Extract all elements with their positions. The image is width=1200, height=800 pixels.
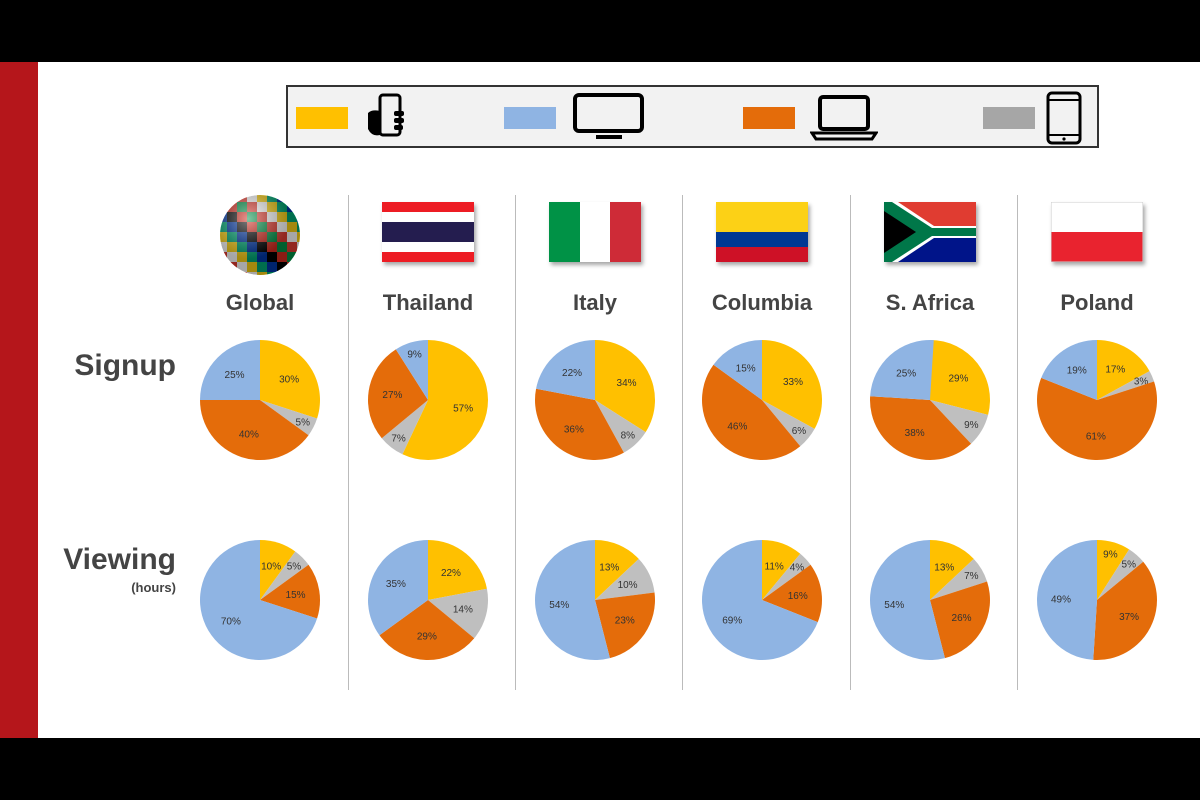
viewing-poland-label-tablet: 5% <box>1122 559 1137 570</box>
row-label-viewing-unit: (hours) <box>131 580 176 595</box>
laptop-icon <box>810 95 878 141</box>
flag-south-africa <box>884 202 976 262</box>
signup-globe-label-laptop: 40% <box>239 430 259 441</box>
legend-swatch-tablet <box>983 107 1035 129</box>
pie-viewing-poland: 9% 5% 37% 49% <box>1036 540 1157 660</box>
column-title: Poland <box>1060 290 1134 315</box>
column-title: Columbia <box>711 290 813 315</box>
viewing-globe-label-smartphone: 10% <box>261 561 281 572</box>
pie-viewing-thailand: 22% 14% 29% 35% <box>368 540 488 660</box>
signup-thailand-label-tv: 9% <box>407 349 422 360</box>
pie-signup-italy: 34% 8% 36% 22% <box>535 340 655 460</box>
viewing-thailand-label-tablet: 14% <box>453 604 473 615</box>
column-divider <box>348 195 349 690</box>
pie-viewing-italy: 13% 10% 23% 54% <box>535 540 655 660</box>
signup-italy-label-tablet: 8% <box>621 430 636 441</box>
signup-globe-label-tablet: 5% <box>296 417 311 428</box>
flag-thailand <box>382 202 474 262</box>
tv-icon <box>573 93 644 139</box>
viewing-globe-label-tv: 70% <box>221 617 241 628</box>
signup-poland-label-tv: 19% <box>1067 366 1087 377</box>
tablet-icon <box>1046 91 1082 145</box>
signup-globe-label-tv: 25% <box>225 370 245 381</box>
pie-viewing-colombia: 11% 4%16%69% <box>702 540 822 660</box>
signup-italy-label-tv: 22% <box>562 368 582 379</box>
red-side-bar <box>0 62 38 738</box>
flag-globe <box>220 195 300 275</box>
viewing-thailand-label-laptop: 29% <box>417 631 437 642</box>
column-title: Global <box>225 290 295 315</box>
signup-thailand-label-tablet: 7% <box>391 433 406 444</box>
signup-colombia-label-tablet: 6% <box>792 426 807 437</box>
signup-colombia-label-tv: 15% <box>736 363 756 374</box>
viewing-south-africa-label-tv: 54% <box>884 600 904 611</box>
viewing-globe-label-tablet: 5% <box>287 562 302 573</box>
viewing-poland-label-smartphone: 9% <box>1103 549 1118 560</box>
signup-thailand-label-laptop: 27% <box>382 390 402 401</box>
viewing-colombia-label-smartphone: 11% <box>765 562 784 573</box>
column-title: S. Africa <box>885 290 975 315</box>
signup-thailand-label-smartphone: 57% <box>453 403 473 414</box>
viewing-poland-label-laptop: 37% <box>1119 612 1139 623</box>
signup-poland-label-laptop: 61% <box>1086 431 1106 442</box>
column-title: Italy <box>572 290 618 315</box>
viewing-italy-label-tablet: 10% <box>618 580 638 591</box>
column-divider <box>682 195 683 690</box>
signup-italy-label-smartphone: 34% <box>617 378 637 389</box>
signup-poland-label-smartphone: 17% <box>1105 365 1125 376</box>
viewing-globe-label-laptop: 15% <box>286 590 306 601</box>
flag-italy <box>549 202 641 262</box>
pie-viewing-globe: 10% 5% 15% 70% <box>200 540 320 660</box>
legend-swatch-tv <box>504 107 556 129</box>
hand-holding-phone-icon <box>368 93 404 137</box>
column-title: Thailand <box>382 290 474 315</box>
pie-signup-south-africa: 29% 9% 38% 25% <box>870 340 990 460</box>
legend-swatch-smartphone <box>296 107 348 129</box>
viewing-italy-label-laptop: 23% <box>615 616 635 627</box>
pie-signup-poland: 17%3%61%19% <box>1037 340 1157 460</box>
signup-colombia-label-smartphone: 33% <box>783 377 803 388</box>
flag-poland <box>1051 202 1143 262</box>
viewing-south-africa-label-laptop: 26% <box>952 613 972 624</box>
viewing-colombia-label-tv: 69% <box>722 616 742 627</box>
column-divider <box>850 195 851 690</box>
pie-signup-globe: 30% 5% 40% 25% <box>200 340 320 460</box>
signup-italy-label-laptop: 36% <box>564 425 584 436</box>
pie-signup-colombia: 33% 6% 46% 15% <box>702 340 822 460</box>
viewing-italy-label-tv: 54% <box>549 600 569 611</box>
viewing-thailand-label-smartphone: 22% <box>441 568 461 579</box>
flag-colombia <box>716 202 808 262</box>
viewing-poland-label-tv: 49% <box>1051 594 1071 605</box>
pie-viewing-south-africa: 13% 7% 26% 54% <box>870 540 990 660</box>
column-divider <box>1017 195 1018 690</box>
row-label-viewing: Viewing <box>63 543 176 576</box>
legend-swatch-laptop <box>743 107 795 129</box>
viewing-south-africa-label-smartphone: 13% <box>934 562 954 573</box>
signup-south-africa-label-smartphone: 29% <box>948 373 968 384</box>
viewing-south-africa-label-tablet: 7% <box>964 571 979 582</box>
device-legend <box>286 85 1099 148</box>
signup-south-africa-label-tablet: 9% <box>964 420 979 431</box>
viewing-italy-label-smartphone: 13% <box>599 562 619 573</box>
signup-south-africa-label-tv: 25% <box>896 368 916 379</box>
pie-signup-thailand: 57% 7% 27% 9% <box>368 340 488 460</box>
signup-globe-label-smartphone: 30% <box>279 374 299 385</box>
column-divider <box>515 195 516 690</box>
signup-south-africa-label-laptop: 38% <box>905 428 925 439</box>
viewing-thailand-label-tv: 35% <box>386 579 406 590</box>
viewing-colombia-label-laptop: 16% <box>788 591 808 602</box>
slide: Signup Viewing (hours) Global 30% 5% 40% 25%… <box>0 62 1200 738</box>
row-label-signup: Signup <box>74 349 176 382</box>
signup-colombia-label-laptop: 46% <box>727 422 747 433</box>
